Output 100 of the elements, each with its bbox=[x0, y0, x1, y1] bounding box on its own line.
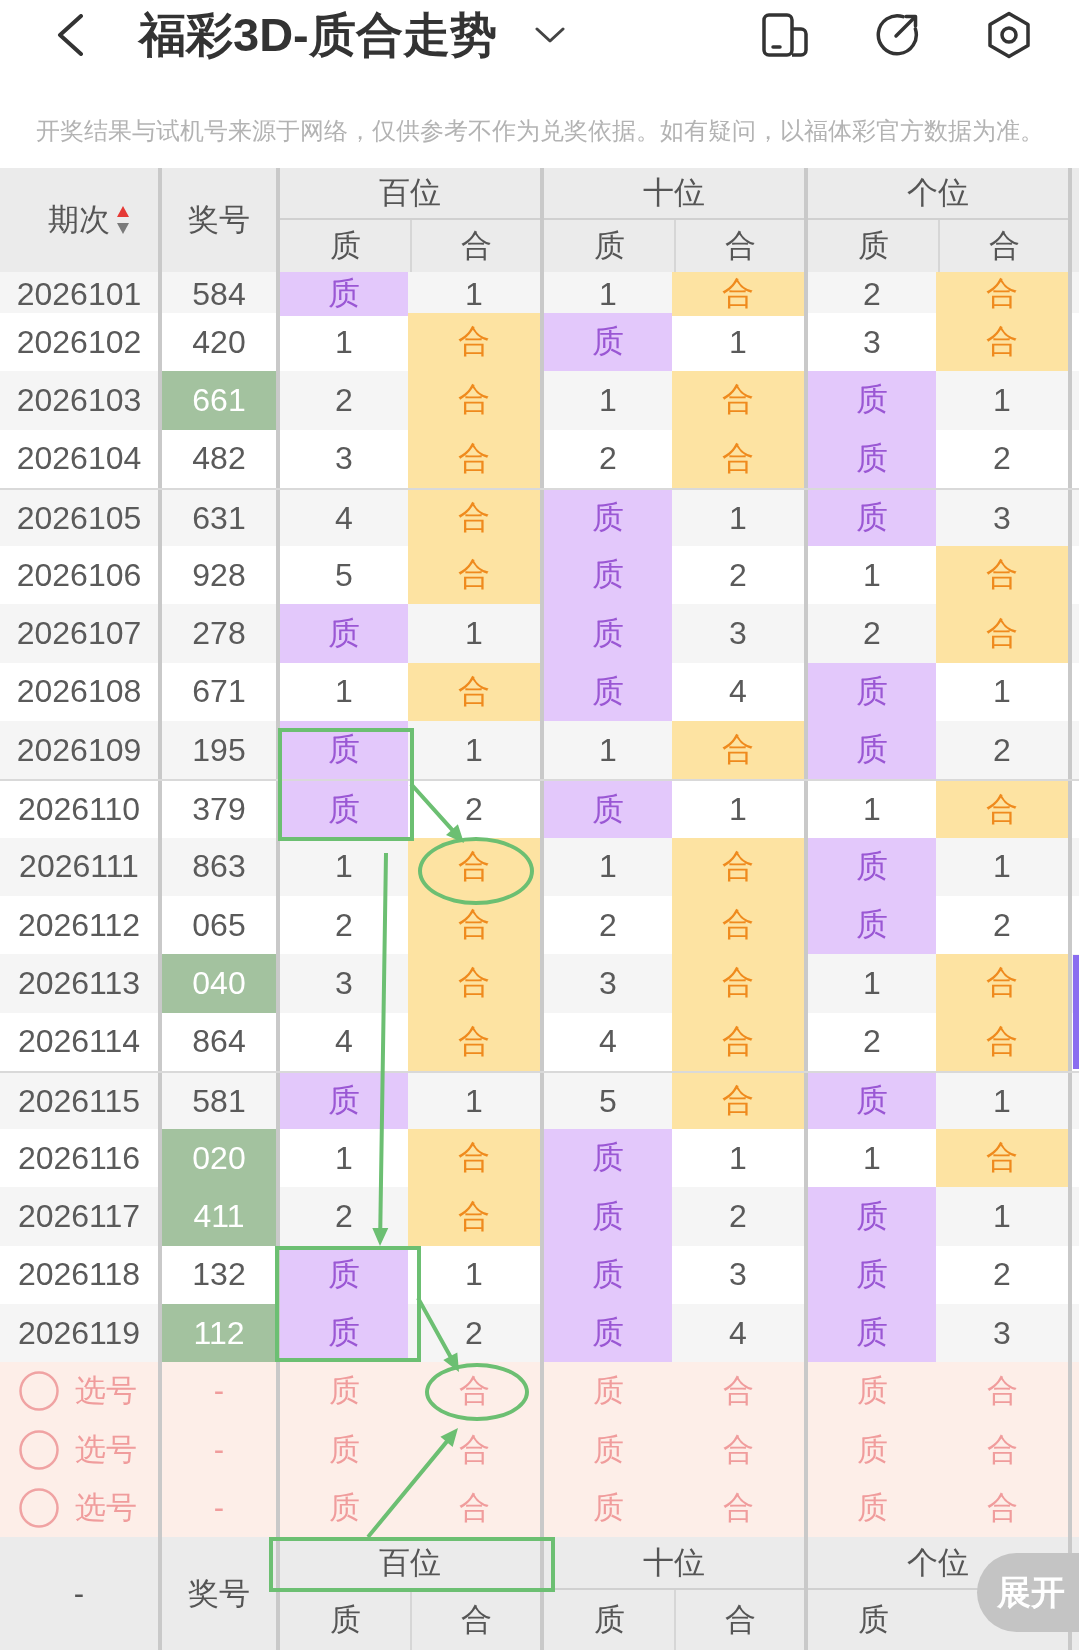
option-cell[interactable]: 质 bbox=[586, 1485, 630, 1532]
table-cell: 质 bbox=[540, 1304, 672, 1363]
option-cell[interactable]: 合 bbox=[452, 1368, 496, 1415]
miss-count: 1 bbox=[599, 275, 617, 313]
table-cell: 质 bbox=[276, 272, 408, 316]
miss-count: 1 bbox=[993, 1082, 1011, 1120]
miss-count: 2 bbox=[465, 1314, 483, 1352]
radio-button[interactable] bbox=[19, 1429, 59, 1470]
miss-count: 1 bbox=[993, 381, 1011, 419]
table-cell: 质 bbox=[540, 313, 672, 372]
number-cell: 112 bbox=[158, 1304, 276, 1363]
number-cell: 020 bbox=[158, 1129, 276, 1188]
miss-count: 2 bbox=[863, 275, 881, 313]
phone-tablet-icon[interactable] bbox=[762, 13, 808, 57]
option-cell[interactable]: 质 bbox=[850, 1426, 894, 1473]
miss-count: 2 bbox=[993, 906, 1011, 944]
table-cell: 合 bbox=[672, 1012, 804, 1071]
period-cell-text: 2026103 bbox=[15, 380, 143, 420]
miss-count: 4 bbox=[335, 1023, 353, 1061]
table-cell: 合 bbox=[672, 954, 804, 1013]
option-cell[interactable]: 合 bbox=[980, 1485, 1024, 1532]
miss-count: 1 bbox=[599, 731, 617, 769]
miss-count: 1 bbox=[335, 673, 353, 711]
picker-label[interactable]: 选号 bbox=[75, 1370, 137, 1413]
table-cell: 合 bbox=[408, 662, 540, 722]
option-cell[interactable]: 质 bbox=[850, 1368, 894, 1415]
period-cell-text: 2026106 bbox=[15, 555, 143, 595]
table-cell: 合 bbox=[408, 1129, 540, 1188]
miss-count: 3 bbox=[729, 615, 747, 653]
option-cell[interactable]: 质 bbox=[586, 1426, 630, 1473]
miss-count: 2 bbox=[863, 1023, 881, 1061]
circle-arrow-icon[interactable] bbox=[875, 13, 919, 57]
option-cell[interactable]: 合 bbox=[980, 1426, 1024, 1473]
miss-count: 1 bbox=[863, 791, 881, 828]
period-cell-text: 2026113 bbox=[16, 963, 142, 1003]
table-cell: 质 bbox=[540, 1129, 672, 1188]
table-cell: 合 bbox=[936, 781, 1068, 838]
table-cell: 质 bbox=[540, 1187, 672, 1246]
miss-count: 1 bbox=[465, 615, 483, 653]
settings-icon[interactable] bbox=[986, 11, 1032, 59]
miss-count: 3 bbox=[335, 964, 353, 1002]
table-cell: 质 bbox=[804, 895, 936, 955]
sort-icon[interactable] bbox=[116, 205, 130, 235]
chevron-left-icon[interactable] bbox=[55, 14, 85, 56]
table-cell: 合 bbox=[672, 895, 804, 955]
miss-count: 2 bbox=[993, 440, 1011, 478]
miss-count: 2 bbox=[863, 615, 881, 653]
table-cell: 合 bbox=[936, 1129, 1068, 1188]
table-cell: 合 bbox=[936, 954, 1068, 1013]
table-cell: 合 bbox=[408, 954, 540, 1013]
miss-count: 4 bbox=[729, 673, 747, 711]
table-cell: 质 bbox=[276, 604, 408, 663]
expand-button[interactable]: 展开 bbox=[977, 1553, 1079, 1632]
option-cell[interactable]: 合 bbox=[452, 1426, 496, 1473]
period-cell-text: 2026101 bbox=[15, 274, 143, 314]
picker-label[interactable]: 选号 bbox=[75, 1428, 137, 1471]
column-header: 奖号 bbox=[188, 201, 250, 239]
option-cell[interactable]: 合 bbox=[716, 1368, 760, 1415]
option-cell[interactable]: 合 bbox=[716, 1485, 760, 1532]
column-group-header: 个位 bbox=[907, 174, 969, 212]
table-cell: 质 bbox=[804, 1245, 936, 1305]
radio-button[interactable] bbox=[19, 1371, 59, 1412]
option-cell[interactable]: 合 bbox=[980, 1368, 1024, 1415]
option-cell[interactable]: 合 bbox=[716, 1426, 760, 1473]
table-cell: 合 bbox=[408, 546, 540, 605]
option-cell[interactable]: 质 bbox=[586, 1368, 630, 1415]
miss-count: 4 bbox=[599, 1023, 617, 1061]
table-cell: 合 bbox=[672, 721, 804, 780]
period-cell-text: 2026115 bbox=[16, 1081, 142, 1121]
option-cell[interactable]: 质 bbox=[322, 1485, 366, 1532]
column-group-header: 百位 bbox=[379, 174, 441, 212]
miss-count: 3 bbox=[993, 1314, 1011, 1352]
title-dropdown[interactable]: 福彩3D-质合走势 bbox=[139, 9, 565, 61]
column-header: 质 bbox=[329, 1601, 361, 1640]
picker-label[interactable]: 选号 bbox=[75, 1487, 137, 1530]
option-cell[interactable]: 合 bbox=[452, 1485, 496, 1532]
period-cell-text: 2026119 bbox=[16, 1313, 142, 1353]
table-cell: 合 bbox=[408, 313, 540, 372]
table-cell: 质 bbox=[804, 1072, 936, 1130]
period-cell-text: 2026111 bbox=[18, 847, 140, 887]
period-cell-text: 2026109 bbox=[15, 730, 143, 770]
table-cell: 质 bbox=[804, 371, 936, 430]
miss-count: 2 bbox=[729, 1198, 747, 1236]
table-cell: 质 bbox=[540, 489, 672, 547]
notice-text: 开奖结果与试机号来源于网络，仅供参考不作为兑奖依据。如有疑问，以福体彩官方数据为准。 bbox=[34, 117, 1045, 146]
miss-count: 1 bbox=[863, 556, 881, 594]
radio-button[interactable] bbox=[19, 1488, 59, 1529]
miss-count: 2 bbox=[465, 791, 483, 828]
miss-count: 2 bbox=[335, 1198, 353, 1236]
miss-count: 4 bbox=[729, 1314, 747, 1352]
option-cell[interactable]: 质 bbox=[322, 1368, 366, 1415]
column-header[interactable]: 期次 bbox=[48, 199, 110, 241]
table-cell: 合 bbox=[672, 272, 804, 316]
option-cell[interactable]: 质 bbox=[850, 1485, 894, 1532]
column-header: - bbox=[73, 1575, 85, 1612]
table-cell: 质 bbox=[276, 781, 408, 838]
option-cell[interactable]: 质 bbox=[322, 1426, 366, 1473]
caret-down-icon bbox=[534, 27, 565, 43]
column-header: 合 bbox=[724, 1601, 756, 1640]
miss-count: 1 bbox=[599, 848, 617, 886]
